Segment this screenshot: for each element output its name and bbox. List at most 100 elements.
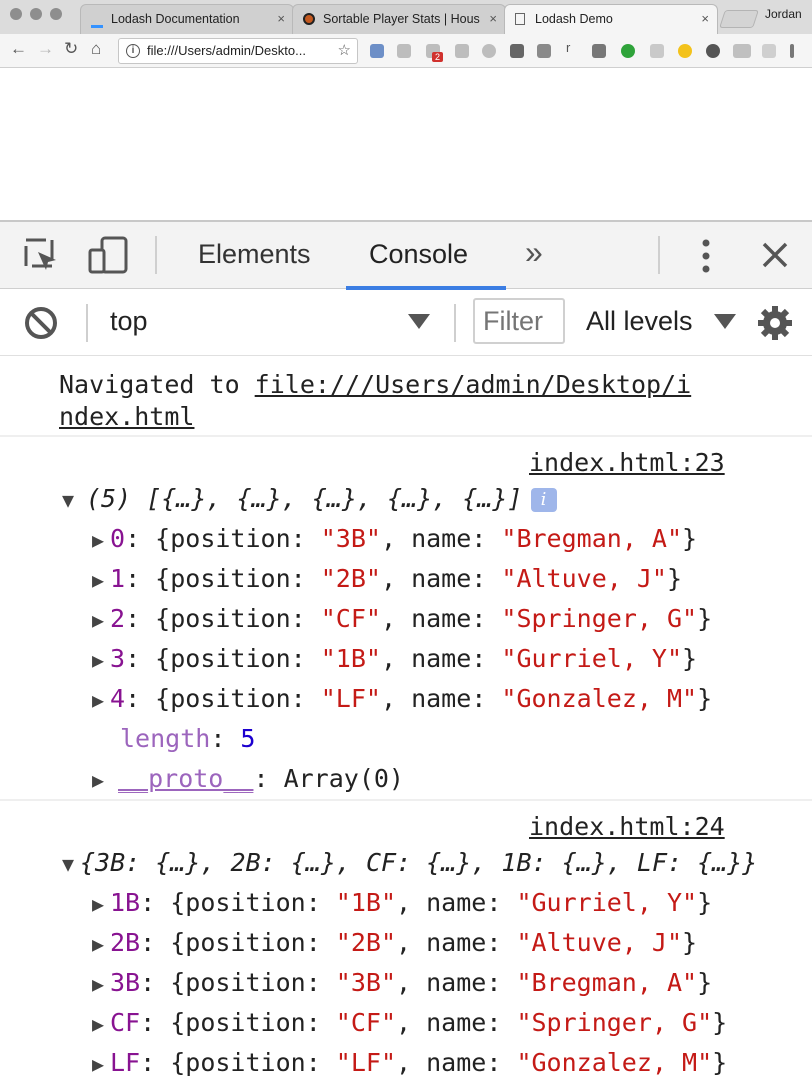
info-icon[interactable]: i (126, 44, 140, 58)
divider (0, 799, 812, 801)
collapse-triangle-icon[interactable]: ▶ (92, 644, 110, 676)
tab-console[interactable]: Console (369, 239, 468, 270)
collapse-triangle-icon[interactable]: ▶ (92, 1048, 110, 1080)
browser-tab-lodash-demo[interactable]: Lodash Demo × (504, 4, 718, 34)
chevron-down-icon[interactable] (408, 314, 430, 330)
collapse-triangle-icon[interactable]: ▶ (92, 764, 110, 796)
extension-icon[interactable] (650, 44, 664, 58)
navigated-url[interactable]: file:///Users/admin/Desktop/i (255, 370, 692, 399)
collapse-triangle-icon[interactable]: ▶ (92, 928, 110, 960)
navigated-url-continued[interactable]: ndex.html (59, 402, 194, 431)
close-window-button[interactable] (10, 8, 22, 20)
position-value: "1B" (335, 888, 397, 917)
extension-icon[interactable] (455, 44, 469, 58)
context-selector[interactable]: top (110, 306, 148, 337)
tab-label: Lodash Documentation (111, 12, 240, 26)
inspect-element-icon[interactable] (24, 238, 60, 274)
extension-icon[interactable] (621, 44, 635, 58)
cast-icon[interactable] (592, 44, 606, 58)
object-summary[interactable]: ▼ {3B: {…}, 2B: {…}, CF: {…}, 1B: {…}, LF… (62, 847, 757, 879)
filter-input[interactable]: Filter (473, 298, 565, 344)
navigation-message: Navigated to file:///Users/admin/Desktop… (59, 369, 691, 401)
list-item[interactable]: ▶ 4: {position: "LF", name: "Gonzalez, M"… (92, 683, 712, 715)
close-icon[interactable]: × (277, 5, 285, 33)
position-value: "3B" (335, 968, 397, 997)
collapse-triangle-icon[interactable]: ▶ (92, 564, 110, 596)
forward-arrow-icon[interactable]: → (37, 39, 54, 59)
maximize-window-button[interactable] (50, 8, 62, 20)
close-icon[interactable]: × (489, 5, 497, 33)
console-filter-bar: top Filter All levels (0, 290, 812, 356)
name-value: "Altuve, J" (516, 928, 683, 957)
position-key: position (170, 524, 291, 553)
item-key: 1B (110, 888, 141, 917)
list-item[interactable]: ▶ 3: {position: "1B", name: "Gurriel, Y"} (92, 643, 697, 675)
list-item[interactable]: ▶ 0: {position: "3B", name: "Bregman, A"} (92, 523, 697, 555)
position-key: position (170, 644, 291, 673)
name-key: name (426, 1008, 487, 1037)
collapse-triangle-icon[interactable]: ▶ (92, 604, 110, 636)
list-item[interactable]: ▶ 2B: {position: "2B", name: "Altuve, J"} (92, 927, 697, 959)
collapse-triangle-icon[interactable]: ▶ (92, 888, 110, 920)
list-item[interactable]: ▶ 1: {position: "2B", name: "Altuve, J"} (92, 563, 682, 595)
browser-toolbar: ← → ↻ ⌂ i file:///Users/admin/Deskto... … (0, 34, 812, 68)
tab-elements[interactable]: Elements (198, 239, 311, 270)
list-item[interactable]: ▶ LF: {position: "LF", name: "Gonzalez, M… (92, 1047, 727, 1079)
extension-icon[interactable] (762, 44, 776, 58)
device-toolbar-icon[interactable] (88, 236, 130, 276)
minimize-window-button[interactable] (30, 8, 42, 20)
profile-name[interactable]: Jordan (765, 7, 802, 21)
source-link[interactable]: index.html:23 (529, 448, 725, 477)
close-devtools-icon[interactable] (762, 242, 788, 268)
expand-triangle-icon[interactable]: ▼ (62, 848, 80, 880)
extension-icon[interactable] (706, 44, 720, 58)
array-summary[interactable]: ▼ (5) [{…}, {…}, {…}, {…}, {…}] i (62, 483, 557, 515)
tab-label: Sortable Player Stats | Hous (323, 12, 480, 26)
name-value: "Gonzalez, M" (516, 1048, 713, 1077)
position-key: position (170, 684, 291, 713)
new-tab-button[interactable] (719, 10, 759, 28)
back-arrow-icon[interactable]: ← (10, 39, 27, 59)
extension-icon[interactable] (537, 44, 551, 58)
expand-triangle-icon[interactable]: ▼ (62, 484, 80, 516)
menu-icon[interactable] (790, 44, 794, 58)
collapse-triangle-icon[interactable]: ▶ (92, 968, 110, 1000)
clear-console-icon[interactable] (24, 306, 58, 340)
gear-icon[interactable] (756, 304, 794, 342)
log-levels-dropdown[interactable]: All levels (586, 306, 693, 337)
extension-icon[interactable] (397, 44, 411, 58)
bookmark-star-icon[interactable]: ☆ (338, 39, 351, 63)
proto-property[interactable]: ▶ __proto__: Array(0) (92, 763, 404, 795)
kebab-menu-icon[interactable] (699, 238, 713, 274)
browser-tab-lodash-docs[interactable]: Lodash Documentation × (80, 4, 294, 34)
collapse-triangle-icon[interactable]: ▶ (92, 684, 110, 716)
name-value: "Bregman, A" (516, 968, 698, 997)
list-item[interactable]: ▶ 2: {position: "CF", name: "Springer, G"… (92, 603, 712, 635)
home-icon[interactable]: ⌂ (91, 39, 101, 59)
extension-icon[interactable] (482, 44, 496, 58)
extension-icon[interactable] (733, 44, 751, 58)
collapse-triangle-icon[interactable]: ▶ (92, 1008, 110, 1040)
name-key: name (411, 564, 472, 593)
chevron-down-icon[interactable] (714, 314, 736, 330)
address-bar[interactable]: i file:///Users/admin/Deskto... ☆ (118, 38, 358, 64)
list-item[interactable]: ▶ CF: {position: "CF", name: "Springer, G… (92, 1007, 727, 1039)
browser-tab-player-stats[interactable]: Sortable Player Stats | Hous × (292, 4, 506, 34)
position-value: "CF" (335, 1008, 397, 1037)
console-output: Navigated to file:///Users/admin/Desktop… (0, 357, 812, 1080)
source-link[interactable]: index.html:24 (529, 812, 725, 841)
close-icon[interactable]: × (701, 5, 709, 33)
extension-icon[interactable] (678, 44, 692, 58)
position-value: "LF" (320, 684, 381, 713)
collapse-triangle-icon[interactable]: ▶ (92, 524, 110, 556)
extension-icon[interactable] (510, 44, 524, 58)
info-icon[interactable]: i (530, 488, 557, 512)
list-item[interactable]: ▶ 3B: {position: "3B", name: "Bregman, A"… (92, 967, 712, 999)
more-tabs-icon[interactable]: » (525, 234, 543, 271)
extension-icon[interactable]: r (566, 40, 574, 55)
reload-icon[interactable]: ↻ (64, 39, 78, 59)
array-summary-text: (5) [{…}, {…}, {…}, {…}, {…}] (86, 484, 523, 513)
extension-icon[interactable] (370, 44, 384, 58)
list-item[interactable]: ▶ 1B: {position: "1B", name: "Gurriel, Y"… (92, 887, 712, 919)
item-key: 2 (110, 604, 126, 633)
